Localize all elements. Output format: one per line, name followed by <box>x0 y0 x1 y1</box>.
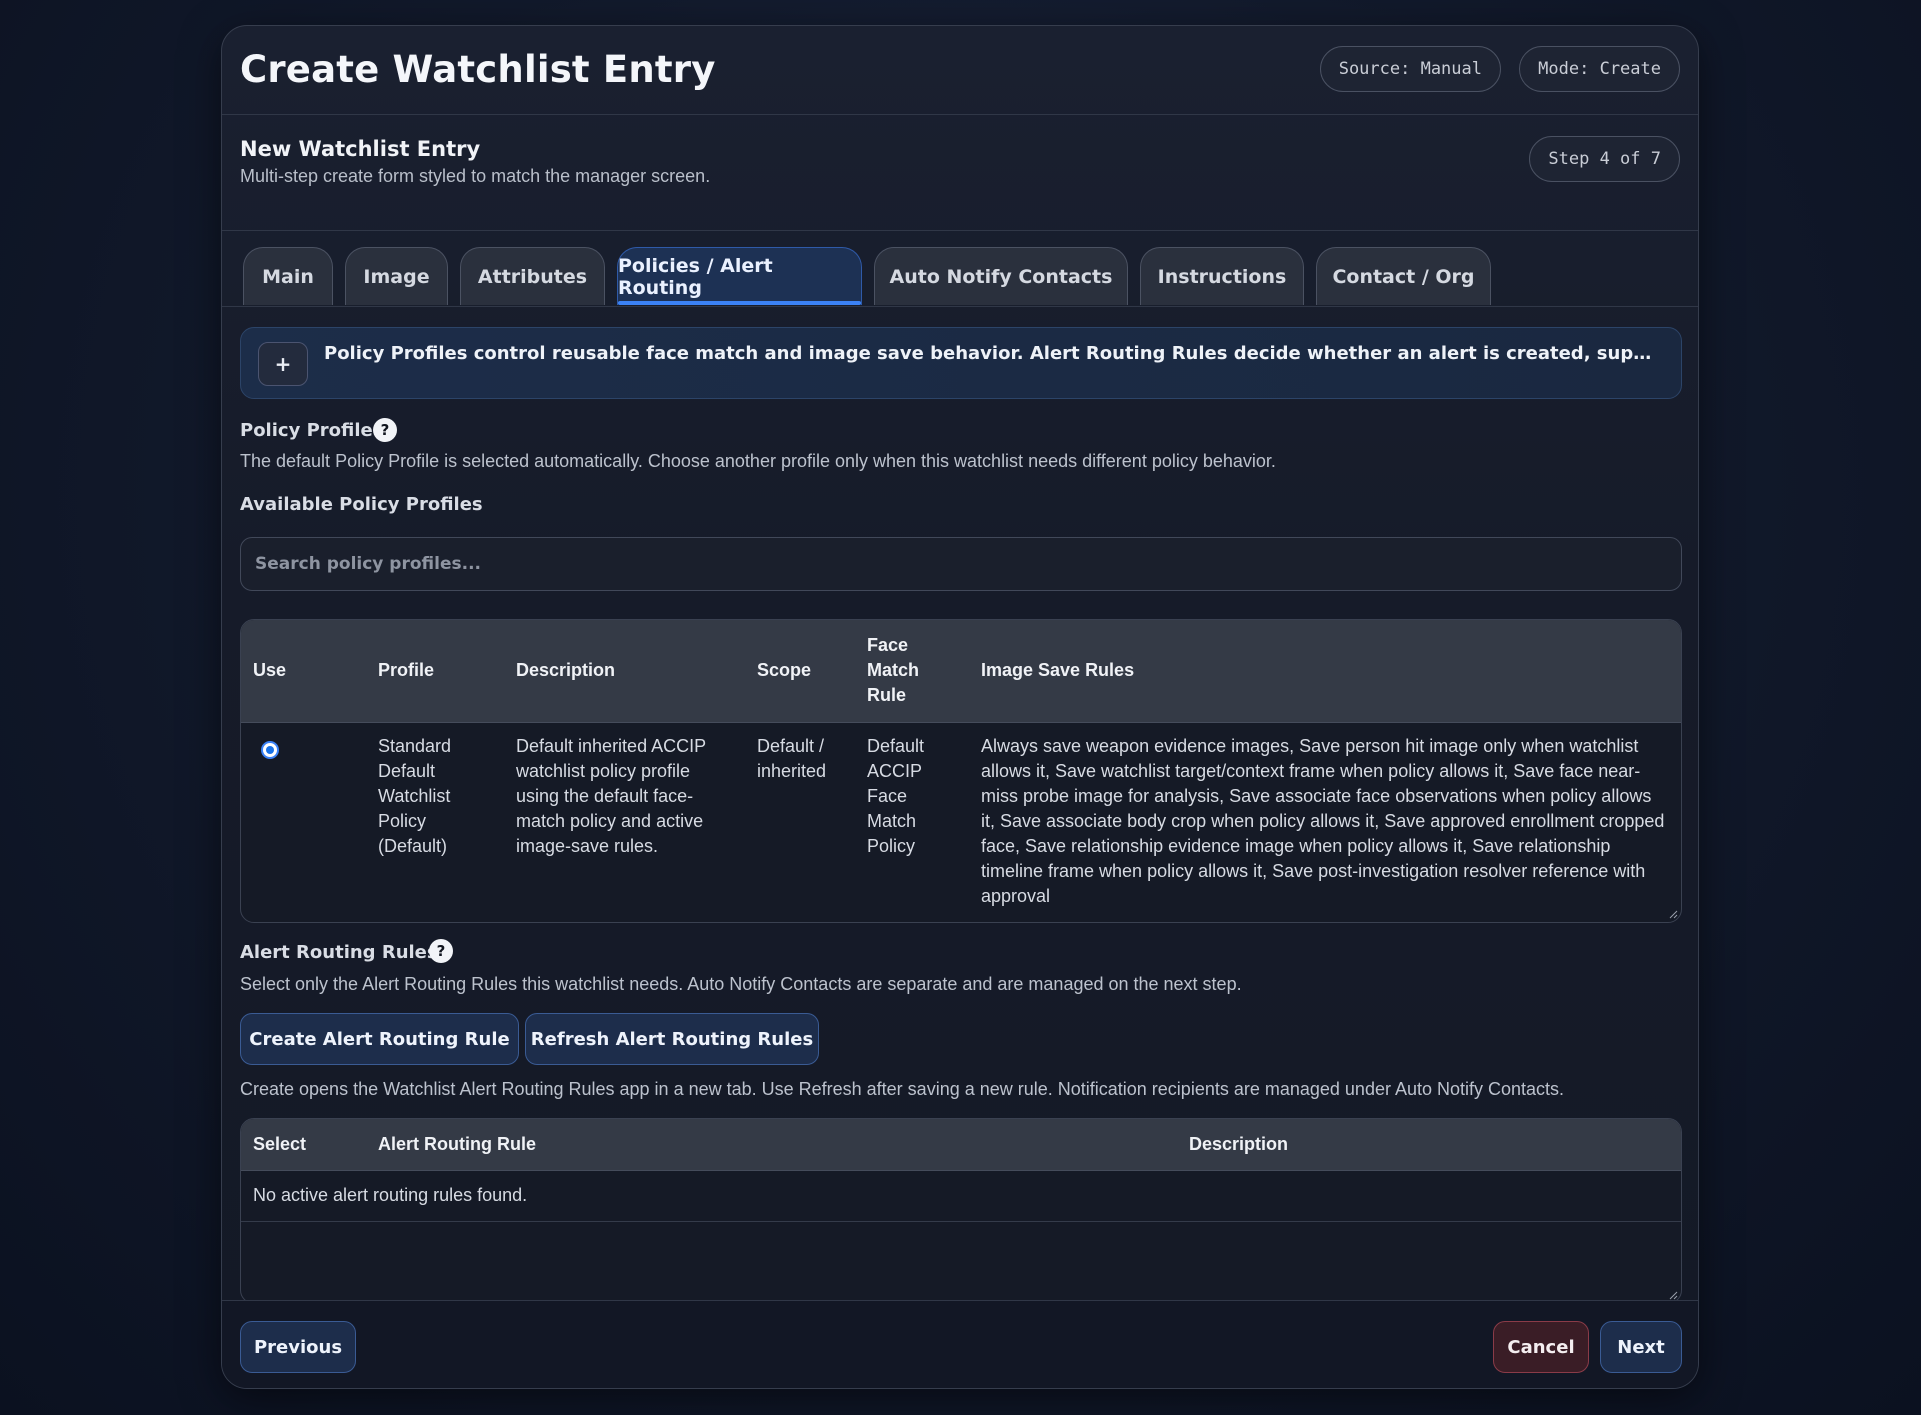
table-row[interactable]: Standard Default Watchlist Policy (Defau… <box>241 722 1681 922</box>
resize-grip-icon[interactable] <box>1668 1290 1678 1300</box>
profile-scope: Default / inherited <box>757 736 827 781</box>
form-title: New Watchlist Entry <box>240 137 481 161</box>
mode-pill: Mode: Create <box>1519 46 1680 92</box>
tab-auto-notify-contacts[interactable]: Auto Notify Contacts <box>874 247 1128 305</box>
profile-name: Standard Default Watchlist Policy (Defau… <box>378 736 452 856</box>
create-alert-routing-rule-button[interactable]: Create Alert Routing Rule <box>240 1013 519 1065</box>
policy-table-header: Use Profile Description Scope Face Match… <box>241 620 1681 723</box>
col-image-save-rules: Image Save Rules <box>981 660 1135 680</box>
alert-routing-table: Select Alert Routing Rule Description No… <box>240 1118 1682 1304</box>
form-description: Multi-step create form styled to match t… <box>240 166 711 186</box>
profile-image-save-rules: Always save weapon evidence images, Save… <box>981 736 1665 906</box>
available-profiles-label: Available Policy Profiles <box>240 494 483 515</box>
policy-profiles-table: Use Profile Description Scope Face Match… <box>240 619 1682 923</box>
policy-profile-search-input[interactable] <box>240 537 1682 591</box>
cancel-button[interactable]: Cancel <box>1493 1321 1589 1373</box>
list-item: No active alert routing rules found. <box>241 1170 1681 1222</box>
profile-description: Default inherited ACCIP watchlist policy… <box>516 736 706 856</box>
previous-button[interactable]: Previous <box>240 1321 356 1373</box>
notice-text: Policy Profiles control reusable face ma… <box>324 343 1664 364</box>
alert-routing-label: Alert Routing Rules <box>240 942 438 963</box>
alert-routing-description: Select only the Alert Routing Rules this… <box>240 974 1242 994</box>
panel-header: Create Watchlist Entry Source: Manual Mo… <box>222 26 1698 115</box>
tab-instructions[interactable]: Instructions <box>1140 247 1304 305</box>
empty-rules-message: No active alert routing rules found. <box>253 1185 528 1205</box>
form-subheader: New Watchlist Entry Multi-step create fo… <box>222 114 1698 231</box>
profile-face-match-rule: Default ACCIP Face Match Policy <box>867 736 925 856</box>
next-button[interactable]: Next <box>1600 1321 1682 1373</box>
policy-profile-help-icon[interactable]: ? <box>373 418 397 442</box>
col-rule-description: Description <box>1189 1134 1289 1154</box>
form-footer: Previous Cancel Next <box>222 1300 1698 1388</box>
tab-policies-alert-routing[interactable]: Policies / Alert Routing <box>617 247 862 305</box>
source-pill: Source: Manual <box>1319 46 1501 92</box>
col-scope: Scope <box>757 660 812 680</box>
refresh-alert-routing-rules-button[interactable]: Refresh Alert Routing Rules <box>525 1013 819 1065</box>
tab-contact-org[interactable]: Contact / Org <box>1316 247 1491 305</box>
policy-profile-description: The default Policy Profile is selected a… <box>240 451 1276 471</box>
page-title: Create Watchlist Entry <box>240 48 716 91</box>
alert-routing-help-icon[interactable]: ? <box>429 939 453 963</box>
resize-grip-icon[interactable] <box>1668 909 1678 919</box>
policy-profile-label: Policy Profile <box>240 420 373 441</box>
col-profile: Profile <box>378 660 435 680</box>
notice-expand-button[interactable]: + <box>258 342 308 386</box>
col-alert-routing-rule: Alert Routing Rule <box>378 1134 536 1154</box>
col-face-match-rule: Face Match Rule <box>867 635 920 705</box>
step-indicator: Step 4 of 7 <box>1529 136 1680 182</box>
col-description: Description <box>516 660 616 680</box>
info-notice: + Policy Profiles control reusable face … <box>240 327 1682 399</box>
col-select: Select <box>253 1134 307 1154</box>
tab-attributes[interactable]: Attributes <box>460 247 605 305</box>
alert-routing-hint: Create opens the Watchlist Alert Routing… <box>240 1079 1565 1099</box>
tab-main[interactable]: Main <box>243 247 333 305</box>
step-tabs: Main Image Attributes Policies / Alert R… <box>222 230 1698 307</box>
profile-select-radio[interactable] <box>261 741 279 759</box>
col-use: Use <box>253 660 287 680</box>
alert-table-header: Select Alert Routing Rule Description <box>241 1119 1681 1171</box>
watchlist-create-panel: Create Watchlist Entry Source: Manual Mo… <box>221 25 1699 1389</box>
tab-image[interactable]: Image <box>345 247 448 305</box>
